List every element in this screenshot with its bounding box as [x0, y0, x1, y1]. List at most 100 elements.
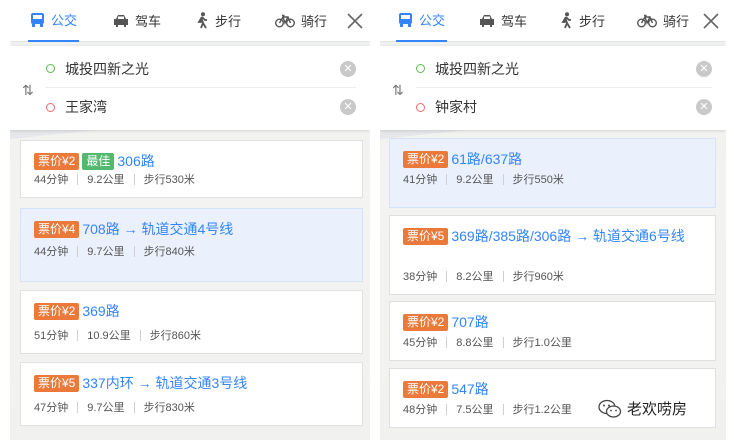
route-title: 票价¥2 369路: [34, 300, 352, 322]
fare-badge: 票价¥5: [34, 375, 80, 392]
divider: [77, 173, 79, 185]
route-meta: 48分钟 7.5公里 步行1.2公里: [403, 401, 572, 417]
tab-bus[interactable]: 公交: [28, 0, 80, 42]
route-time: 48分钟: [403, 404, 438, 416]
divider: [502, 336, 504, 348]
route-name: 306路: [117, 153, 155, 169]
clear-destination-icon[interactable]: ✕: [696, 99, 712, 115]
divider: [502, 173, 504, 185]
destination-row[interactable]: 钟家村 ✕: [416, 88, 712, 126]
tab-label: 骑行: [301, 14, 328, 29]
fare-badge: 票价¥5: [403, 228, 449, 245]
divider: [77, 245, 79, 257]
route-title: 票价¥2 707路: [403, 311, 705, 333]
tab-car[interactable]: 驾车: [479, 0, 527, 42]
route-card[interactable]: 票价¥5 337内环 → 轨道交通3号线 47分钟 9.7公里 步行830米: [20, 362, 363, 426]
route-distance: 8.2公里: [456, 271, 494, 283]
route-card[interactable]: 票价¥4 708路 → 轨道交通4号线 44分钟 9.7公里 步行840米: [20, 208, 363, 282]
route-meta: 45分钟 8.8公里 步行1.0公里: [403, 334, 572, 350]
route-time: 51分钟: [34, 330, 69, 342]
divider: [133, 401, 135, 413]
fare-badge: 票价¥2: [403, 314, 449, 331]
tab-label: 驾车: [501, 14, 528, 29]
search-box: ⇅ 城投四新之光 ✕ 钟家村 ✕: [380, 46, 726, 130]
route-walk: 步行860米: [149, 330, 202, 342]
route-card[interactable]: 票价¥2 最佳 306路 44分钟 9.2公里 步行530米: [20, 140, 363, 198]
route-title: 票价¥5 337内环 → 轨道交通3号线: [34, 372, 352, 394]
route-meta: 44分钟 9.7公里 步行840米: [34, 243, 195, 259]
divider: [502, 403, 504, 415]
destination-row[interactable]: 王家湾 ✕: [46, 88, 356, 126]
tab-walk[interactable]: 步行: [195, 0, 241, 42]
route-time: 41分钟: [403, 174, 438, 186]
route-title: 票价¥4 708路 → 轨道交通4号线: [34, 218, 352, 240]
route-title: 票价¥5 369路/385路/306路 → 轨道交通6号线: [403, 225, 705, 247]
divider: [77, 329, 79, 341]
route-name: 707路: [451, 314, 489, 330]
fare-badge: 票价¥2: [403, 381, 449, 398]
destination-input[interactable]: 王家湾: [65, 97, 340, 117]
route-walk: 步行960米: [512, 271, 564, 283]
route-distance: 9.7公里: [87, 402, 125, 414]
destination-dot-icon: [46, 102, 55, 112]
swap-icon[interactable]: ⇅: [22, 82, 34, 99]
swap-icon[interactable]: ⇅: [392, 82, 404, 99]
tab-label: 驾车: [135, 14, 162, 29]
close-icon[interactable]: [344, 10, 366, 32]
route-name: 337内环 → 轨道交通3号线: [82, 375, 248, 391]
route-meta: 44分钟 9.2公里 步行530米: [34, 171, 195, 187]
route-time: 45分钟: [403, 337, 438, 349]
tab-walk[interactable]: 步行: [559, 0, 605, 42]
tab-car[interactable]: 驾车: [113, 0, 161, 42]
route-name: 547路: [451, 381, 489, 397]
origin-input[interactable]: 城投四新之光: [435, 59, 696, 79]
watermark-text: 老欢唠房: [627, 401, 688, 418]
clear-origin-icon[interactable]: ✕: [696, 60, 712, 77]
divider: [139, 329, 141, 341]
route-title: 票价¥2 61路/637路: [403, 148, 705, 170]
clear-destination-icon[interactable]: ✕: [340, 99, 356, 115]
divider: [446, 336, 448, 348]
route-card[interactable]: 票价¥2 707路 45分钟 8.8公里 步行1.0公里: [389, 301, 716, 361]
wechat-icon: [598, 399, 622, 418]
fare-badge: 票价¥2: [34, 153, 80, 170]
destination-input[interactable]: 钟家村: [435, 97, 696, 117]
divider: [446, 403, 448, 415]
tab-bike[interactable]: 骑行: [637, 0, 689, 42]
divider: [446, 173, 448, 185]
bike-icon: [275, 14, 296, 27]
best-badge: 最佳: [82, 153, 115, 170]
route-card[interactable]: 票价¥2 369路 51分钟 10.9公里 步行860米: [20, 290, 363, 354]
tab-bike[interactable]: 骑行: [275, 0, 327, 42]
route-meta: 41分钟 9.2公里 步行550米: [403, 171, 564, 187]
route-time: 44分钟: [34, 174, 69, 186]
fare-badge: 票价¥2: [403, 151, 449, 168]
divider: [133, 245, 135, 257]
route-distance: 9.2公里: [87, 174, 125, 186]
origin-row[interactable]: 城投四新之光 ✕: [46, 50, 356, 88]
route-name: 369路: [82, 303, 120, 319]
route-card[interactable]: 票价¥5 369路/385路/306路 → 轨道交通6号线 38分钟 8.2公里 步行…: [389, 215, 716, 295]
close-icon[interactable]: [700, 10, 722, 32]
divider: [77, 401, 79, 413]
route-walk: 步行830米: [143, 402, 195, 414]
origin-input[interactable]: 城投四新之光: [65, 59, 340, 79]
origin-dot-icon: [416, 64, 425, 73]
tab-label: 公交: [51, 13, 78, 28]
origin-row[interactable]: 城投四新之光 ✕: [416, 50, 712, 88]
divider: [446, 270, 448, 282]
route-distance: 10.9公里: [87, 330, 131, 342]
walk-icon: [561, 12, 572, 29]
route-title: 票价¥2 547路: [403, 378, 705, 400]
watermark: 老欢唠房: [598, 398, 687, 419]
tab-bus[interactable]: 公交: [396, 0, 448, 42]
tab-label: 步行: [215, 14, 242, 29]
route-card[interactable]: 票价¥2 61路/637路 41分钟 9.2公里 步行550米: [389, 138, 716, 208]
car-icon: [114, 14, 129, 27]
fare-badge: 票价¥4: [34, 221, 80, 238]
route-time: 38分钟: [403, 271, 438, 283]
route-distance: 8.8公里: [456, 337, 494, 349]
route-time: 44分钟: [34, 246, 69, 258]
route-walk: 步行840米: [143, 246, 195, 258]
clear-origin-icon[interactable]: ✕: [340, 60, 356, 77]
